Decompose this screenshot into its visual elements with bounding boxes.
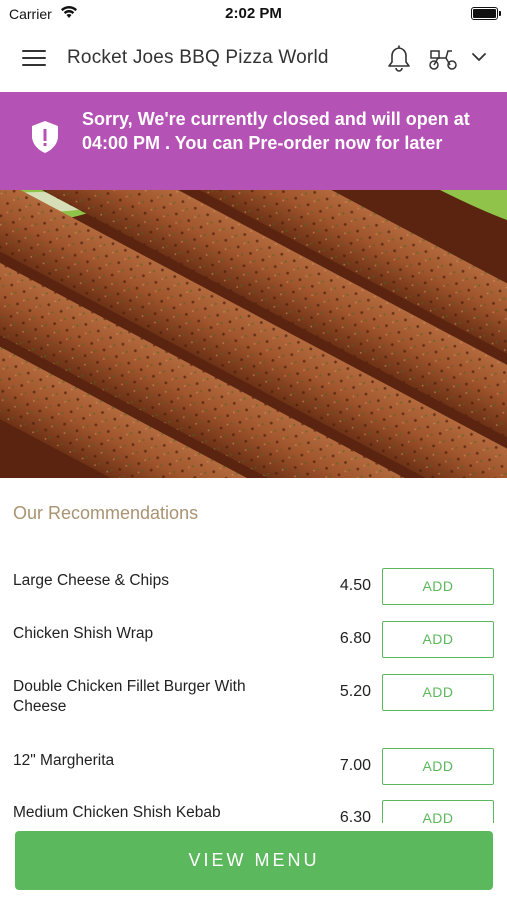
- recommendations-heading: Our Recommendations: [13, 503, 199, 523]
- item-price: 6.80: [339, 630, 371, 647]
- item-price: 4.50: [339, 577, 371, 594]
- add-button[interactable]: ADD: [382, 621, 494, 658]
- list-item: Large Cheese & Chips 4.50 ADD: [0, 555, 507, 605]
- bell-icon[interactable]: [386, 44, 412, 72]
- hero-food-image: [0, 190, 507, 478]
- item-price: 5.20: [339, 683, 371, 700]
- status-bar: Carrier 2:02 PM: [0, 0, 507, 28]
- chevron-down-icon[interactable]: [470, 50, 488, 64]
- item-name: 12" Margherita: [13, 752, 115, 769]
- item-name: Medium Chicken Shish Kebab: [13, 804, 221, 821]
- restaurant-title: Rocket Joes BBQ Pizza World: [67, 47, 329, 68]
- recommendations-list: Large Cheese & Chips 4.50 ADD Chicken Sh…: [0, 555, 507, 823]
- menu-icon[interactable]: [22, 50, 46, 68]
- list-item: Double Chicken Fillet Burger With Cheese…: [0, 661, 507, 715]
- delivery-scooter-icon[interactable]: [428, 46, 458, 72]
- add-button[interactable]: ADD: [382, 748, 494, 785]
- shield-alert-icon: [30, 120, 60, 154]
- app-header: Rocket Joes BBQ Pizza World: [0, 28, 507, 92]
- list-item: Medium Chicken Shish Kebab 6.30 ADD: [0, 787, 507, 823]
- list-item: 12" Margherita 7.00 ADD: [0, 735, 507, 785]
- clock-time: 2:02 PM: [225, 5, 282, 22]
- store-closed-banner: Sorry, We're currently closed and will o…: [0, 92, 507, 190]
- item-name: Large Cheese & Chips: [13, 572, 169, 589]
- item-name: Double Chicken Fillet Burger With Cheese: [13, 678, 246, 715]
- closed-message: Sorry, We're currently closed and will o…: [82, 109, 470, 153]
- item-price: 6.30: [339, 809, 371, 823]
- add-button[interactable]: ADD: [382, 800, 494, 823]
- view-menu-button[interactable]: VIEW MENU: [15, 831, 493, 890]
- item-name: Chicken Shish Wrap: [13, 625, 154, 642]
- list-item: Chicken Shish Wrap 6.80 ADD: [0, 608, 507, 658]
- battery-icon: [471, 7, 501, 20]
- add-button[interactable]: ADD: [382, 568, 494, 605]
- add-button[interactable]: ADD: [382, 674, 494, 711]
- item-price: 7.00: [339, 757, 371, 774]
